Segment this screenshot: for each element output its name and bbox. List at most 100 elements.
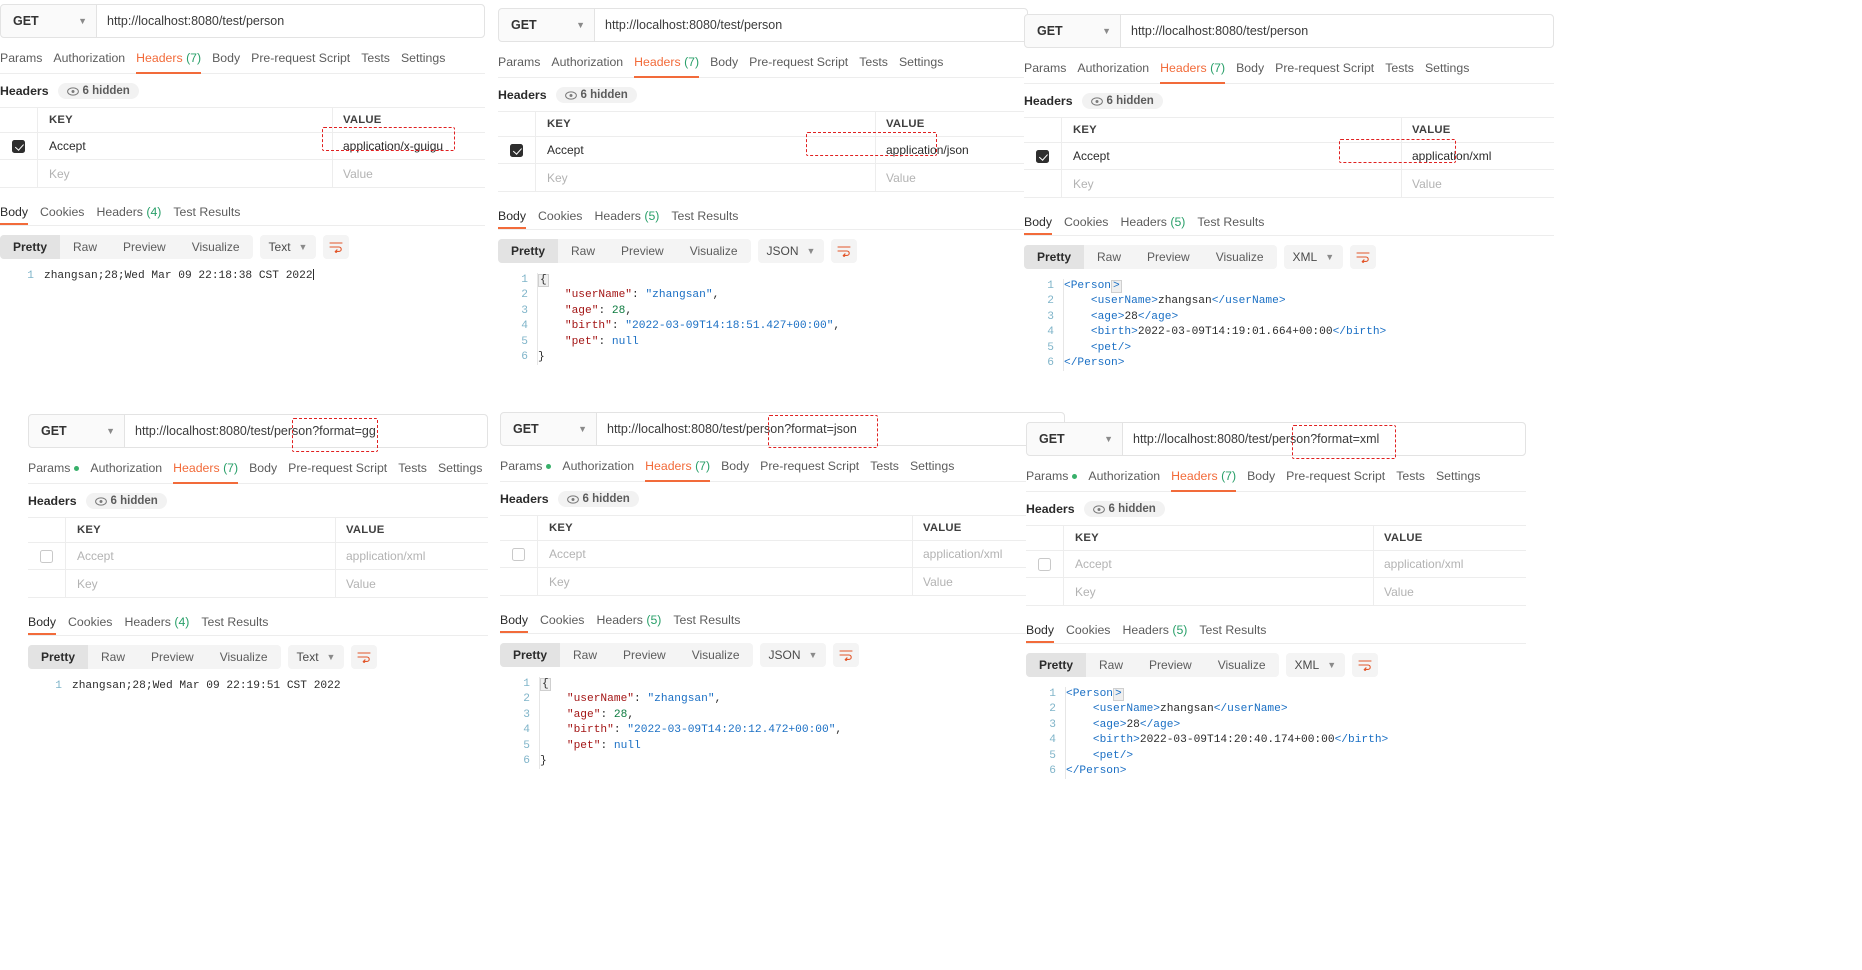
http-method-select[interactable]: GET ▼: [1, 5, 97, 37]
header-empty-value-input[interactable]: Value: [1402, 170, 1554, 197]
body-view-raw-button[interactable]: Raw: [1084, 245, 1134, 269]
body-view-pretty-button[interactable]: Pretty: [500, 643, 561, 667]
body-view-preview-button[interactable]: Preview: [608, 239, 677, 263]
header-accept-value[interactable]: application/xml: [1402, 143, 1554, 169]
body-view-visualize-button[interactable]: Visualize: [1205, 653, 1279, 677]
request-tab-settings[interactable]: Settings: [899, 51, 954, 77]
response-body-code[interactable]: 1{2 "userName": "zhangsan", 3 "age": 28, 4…: [508, 273, 1028, 365]
request-tab-headers-7[interactable]: Headers (7): [136, 47, 212, 74]
request-tab-tests[interactable]: Tests: [859, 51, 899, 77]
request-tab-pre-request-script[interactable]: Pre-request Script: [251, 47, 361, 73]
body-view-raw-button[interactable]: Raw: [60, 235, 110, 259]
body-view-raw-button[interactable]: Raw: [1086, 653, 1136, 677]
response-tab-body[interactable]: Body: [28, 615, 68, 635]
header-empty-checkbox-cell[interactable]: [1024, 170, 1062, 197]
request-tab-params[interactable]: Params: [500, 455, 562, 481]
http-method-select[interactable]: GET ▼: [501, 413, 597, 445]
response-tab-body[interactable]: Body: [1024, 215, 1064, 235]
response-tab-body[interactable]: Body: [498, 209, 538, 229]
body-view-visualize-button[interactable]: Visualize: [679, 643, 753, 667]
hidden-headers-pill[interactable]: 6 hidden: [85, 493, 167, 509]
response-body-code[interactable]: 1 <Person >2 <userName>zhangsan</userName>…: [1036, 687, 1526, 779]
request-tab-params[interactable]: Params: [498, 51, 551, 77]
request-tab-settings[interactable]: Settings: [1425, 57, 1480, 83]
wrap-lines-button[interactable]: [833, 643, 860, 667]
http-method-select[interactable]: GET ▼: [1027, 423, 1123, 455]
header-accept-key[interactable]: Accept: [38, 133, 333, 159]
response-tab-cookies[interactable]: Cookies: [1066, 623, 1122, 643]
response-tab-test-results[interactable]: Test Results: [1199, 623, 1278, 643]
header-accept-checkbox[interactable]: [510, 143, 523, 157]
body-view-preview-button[interactable]: Preview: [610, 643, 679, 667]
request-tab-headers-7[interactable]: Headers (7): [645, 455, 721, 482]
request-tab-tests[interactable]: Tests: [361, 47, 401, 73]
header-accept-key[interactable]: Accept: [536, 137, 876, 163]
response-tab-test-results[interactable]: Test Results: [673, 613, 752, 633]
header-accept-key[interactable]: Accept: [1064, 551, 1374, 577]
response-tab-body[interactable]: Body: [1026, 623, 1066, 643]
header-accept-checkbox-cell[interactable]: [500, 541, 538, 567]
header-accept-checkbox[interactable]: [12, 139, 25, 153]
header-empty-value-input[interactable]: Value: [336, 570, 488, 597]
response-tab-cookies[interactable]: Cookies: [538, 209, 594, 229]
request-tab-tests[interactable]: Tests: [1385, 57, 1425, 83]
wrap-lines-button[interactable]: [323, 235, 350, 259]
body-view-preview-button[interactable]: Preview: [138, 645, 207, 669]
response-tab-test-results[interactable]: Test Results: [1197, 215, 1276, 235]
hidden-headers-pill[interactable]: 6 hidden: [555, 87, 637, 103]
request-tab-settings[interactable]: Settings: [401, 47, 456, 73]
header-empty-checkbox-cell[interactable]: [28, 570, 66, 597]
header-accept-key[interactable]: Accept: [66, 543, 336, 569]
response-body-code[interactable]: 1 <Person >2 <userName>zhangsan</userName>…: [1034, 279, 1554, 371]
request-tab-authorization[interactable]: Authorization: [551, 51, 634, 77]
header-empty-key-input[interactable]: Key: [1064, 578, 1374, 605]
wrap-lines-button[interactable]: [831, 239, 858, 263]
body-format-select[interactable]: JSON ▼: [757, 239, 825, 263]
request-tab-headers-7[interactable]: Headers (7): [1171, 465, 1247, 492]
header-accept-checkbox-cell[interactable]: [0, 133, 38, 159]
response-tab-cookies[interactable]: Cookies: [68, 615, 124, 635]
header-accept-checkbox-cell[interactable]: [498, 137, 536, 163]
body-view-visualize-button[interactable]: Visualize: [1203, 245, 1277, 269]
header-empty-key-input[interactable]: Key: [66, 570, 336, 597]
http-method-select[interactable]: GET ▼: [29, 415, 125, 447]
http-method-select[interactable]: GET ▼: [499, 9, 595, 41]
header-empty-value-input[interactable]: Value: [876, 164, 1028, 191]
header-accept-value[interactable]: application/x-guigu: [333, 133, 485, 159]
header-empty-checkbox-cell[interactable]: [500, 568, 538, 595]
body-view-raw-button[interactable]: Raw: [88, 645, 138, 669]
wrap-lines-button[interactable]: [351, 645, 378, 669]
request-tab-pre-request-script[interactable]: Pre-request Script: [749, 51, 859, 77]
header-accept-value[interactable]: application/xml: [1374, 551, 1526, 577]
url-input[interactable]: http://localhost:8080/test/person: [595, 9, 1027, 41]
wrap-lines-button[interactable]: [1352, 653, 1379, 677]
request-tab-body[interactable]: Body: [1236, 57, 1275, 83]
header-accept-checkbox-cell[interactable]: [1024, 143, 1062, 169]
request-tab-params[interactable]: Params: [1026, 465, 1088, 491]
response-tab-headers-4[interactable]: Headers (4): [96, 205, 173, 225]
request-tab-body[interactable]: Body: [249, 457, 288, 483]
http-method-select[interactable]: GET ▼: [1025, 15, 1121, 47]
body-view-pretty-button[interactable]: Pretty: [1026, 653, 1087, 677]
response-body-code[interactable]: 1 zhangsan;28;Wed Mar 09 22:19:51 CST 202…: [42, 679, 488, 694]
header-empty-key-input[interactable]: Key: [536, 164, 876, 191]
body-format-select[interactable]: Text ▼: [259, 235, 317, 259]
url-input[interactable]: http://localhost:8080/test/person ?format…: [125, 415, 487, 447]
body-format-select[interactable]: XML ▼: [1285, 653, 1346, 677]
response-tab-body[interactable]: Body: [0, 205, 40, 225]
body-view-pretty-button[interactable]: Pretty: [1024, 245, 1085, 269]
request-tab-body[interactable]: Body: [1247, 465, 1286, 491]
request-tab-authorization[interactable]: Authorization: [90, 457, 173, 483]
header-accept-key[interactable]: Accept: [1062, 143, 1402, 169]
body-view-visualize-button[interactable]: Visualize: [179, 235, 253, 259]
header-accept-checkbox-cell[interactable]: [28, 543, 66, 569]
request-tab-authorization[interactable]: Authorization: [1088, 465, 1171, 491]
request-tab-tests[interactable]: Tests: [1396, 465, 1436, 491]
url-input[interactable]: http://localhost:8080/test/person: [97, 5, 484, 37]
body-view-preview-button[interactable]: Preview: [110, 235, 179, 259]
body-view-pretty-button[interactable]: Pretty: [0, 235, 61, 259]
request-tab-body[interactable]: Body: [721, 455, 760, 481]
header-accept-checkbox[interactable]: [512, 547, 525, 561]
response-tab-cookies[interactable]: Cookies: [40, 205, 96, 225]
hidden-headers-pill[interactable]: 6 hidden: [57, 83, 139, 99]
